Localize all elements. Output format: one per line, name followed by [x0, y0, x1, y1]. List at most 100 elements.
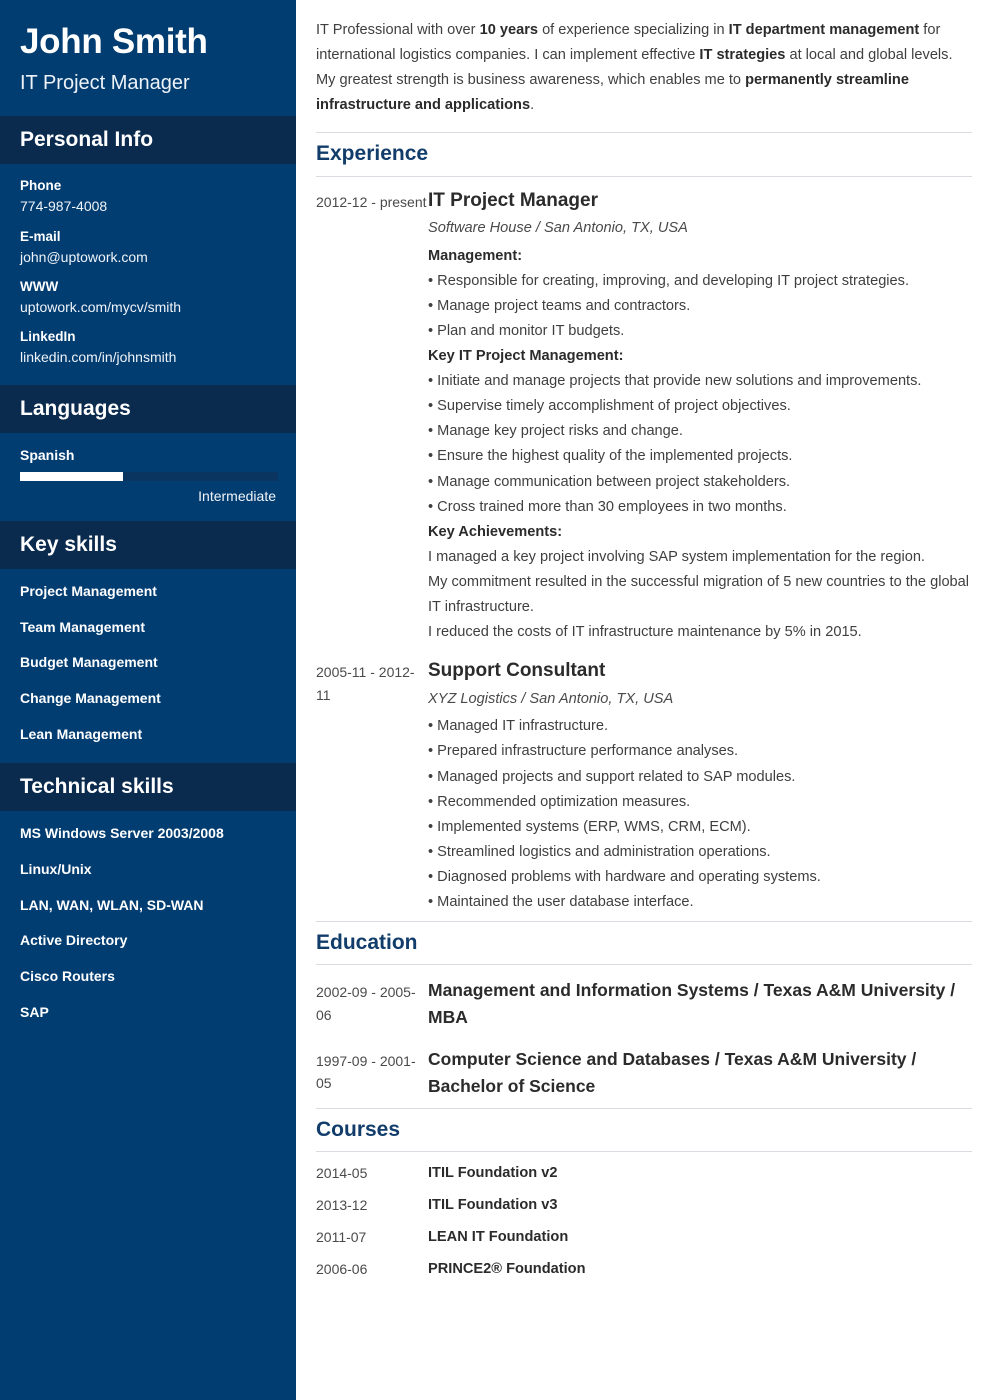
job-title: IT Project Manager [20, 72, 190, 95]
technical-skills-list: MS Windows Server 2003/2008 Linux/Unix LAN… [0, 811, 296, 1041]
experience-company: XYZ Logistics / San Antonio, TX, USA [428, 690, 674, 707]
course-date: 2013-12 [316, 1196, 368, 1213]
course-date: 2006-06 [316, 1260, 368, 1277]
experience-bullet: • Manage key project risks and change. [428, 423, 683, 440]
course-name: ITIL Foundation v2 [428, 1164, 558, 1181]
key-skills-list: Project Management Team Management Budget … [0, 569, 296, 763]
technical-skill-item: Linux/Unix [20, 860, 92, 877]
experience-entry: 2005-11 - 2012-11 Support Consultant XYZ L… [316, 659, 972, 915]
course-entry: 2006-06 PRINCE2® Foundation [316, 1260, 972, 1279]
experience-body: IT Project Manager Software House / San A… [428, 189, 972, 646]
experience-bullet: • Maintained the user database interface… [428, 894, 694, 911]
contact-label: E-mail [20, 228, 61, 244]
experience-entry: 2012-12 - present IT Project Manager Softw… [316, 189, 972, 646]
resume-page: John Smith IT Project Manager Personal I… [0, 0, 990, 1400]
experience-bullet: • Recommended optimization measures. [428, 793, 691, 810]
technical-skill-item: Active Directory [20, 932, 128, 949]
technical-skill-item: MS Windows Server 2003/2008 [20, 824, 224, 841]
experience-subheading: Management: [428, 247, 523, 264]
section-heading-languages: Languages [0, 384, 296, 433]
language-name: Spanish [20, 446, 75, 463]
course-date: 2014-05 [316, 1164, 368, 1181]
contact-label: Phone [20, 178, 62, 194]
sidebar: John Smith IT Project Manager Personal I… [0, 0, 296, 1400]
experience-bullet: • Ensure the highest quality of the impl… [428, 448, 793, 465]
experience-bullet: • Manage project teams and contractors. [428, 297, 691, 314]
experience-bullet: • Streamlined logistics and administrati… [428, 843, 771, 860]
course-entry: 2013-12 ITIL Foundation v3 [316, 1196, 972, 1215]
course-name: ITIL Foundation v3 [428, 1196, 558, 1213]
section-courses: Courses 2014-05 ITIL Foundation v2 2013-12… [316, 1107, 972, 1279]
experience-text: My commitment resulted in the successful… [428, 573, 970, 615]
contact-value[interactable]: uptowork.com/mycv/smith [20, 299, 276, 317]
key-skill-item: Lean Management [20, 726, 143, 743]
experience-bullet: • Cross trained more than 30 employees i… [428, 498, 787, 515]
language-level-bar [20, 471, 278, 481]
main-content: IT Professional with over 10 years of ex… [296, 0, 990, 1400]
experience-body: Support Consultant XYZ Logistics / San An… [428, 659, 972, 915]
personal-info-list: Phone 774-987-4008 E-mail john@uptowork.com… [0, 164, 296, 385]
section-title-education: Education [316, 921, 972, 966]
name-block: John Smith IT Project Manager [0, 0, 296, 117]
experience-subheading: Key Achievements: [428, 523, 563, 540]
language-item: Spanish Intermediate [20, 446, 278, 505]
education-entry: 2002-09 - 2005-06 Management and Informat… [316, 977, 972, 1031]
technical-skill-item: Cisco Routers [20, 968, 115, 985]
experience-text: I reduced the costs of IT infrastructure… [428, 624, 862, 641]
section-experience: Experience 2012-12 - present IT Project M… [316, 132, 972, 915]
course-name: LEAN IT Foundation [428, 1228, 569, 1245]
full-name: John Smith [20, 22, 208, 61]
contact-item: LinkedIn linkedin.com/in/johnsmith [20, 329, 276, 366]
section-title-experience: Experience [316, 132, 972, 177]
contact-label: WWW [20, 279, 59, 295]
education-entries: 2002-09 - 2005-06 Management and Informat… [316, 977, 972, 1100]
contact-value[interactable]: john@uptowork.com [20, 249, 276, 267]
experience-bullet: • Initiate and manage projects that prov… [428, 373, 922, 390]
experience-role: IT Project Manager [428, 189, 598, 211]
course-entry: 2011-07 LEAN IT Foundation [316, 1228, 972, 1247]
contact-value[interactable]: linkedin.com/in/johnsmith [20, 349, 276, 367]
section-education: Education 2002-09 - 2005-06 Management an… [316, 921, 972, 1100]
language-level-label: Intermediate [198, 487, 276, 504]
languages-list: Spanish Intermediate [0, 433, 296, 521]
experience-bullet: • Prepared infrastructure performance an… [428, 743, 739, 760]
experience-entries: 2012-12 - present IT Project Manager Softw… [316, 189, 972, 916]
section-title-courses: Courses [316, 1107, 972, 1152]
experience-date: 2005-11 - 2012-11 [316, 664, 415, 703]
key-skill-item: Project Management [20, 582, 157, 599]
key-skill-item: Change Management [20, 690, 161, 707]
section-heading-personal-info: Personal Info [0, 116, 296, 165]
course-date: 2011-07 [316, 1228, 367, 1245]
experience-bullet: • Managed projects and support related t… [428, 768, 796, 785]
contact-label: LinkedIn [20, 329, 76, 345]
education-entry: 1997-09 - 2001-05 Computer Science and Da… [316, 1046, 972, 1100]
education-title: Management and Information Systems / Tex… [428, 980, 956, 1028]
contact-item: WWW uptowork.com/mycv/smith [20, 279, 276, 316]
education-title: Computer Science and Databases / Texas A… [428, 1048, 917, 1096]
experience-subheading: Key IT Project Management: [428, 348, 624, 365]
contact-item: Phone 774-987-4008 [20, 178, 276, 215]
course-entry: 2014-05 ITIL Foundation v2 [316, 1164, 972, 1183]
language-level-bar-fill [20, 471, 124, 481]
experience-bullet: • Diagnosed problems with hardware and o… [428, 868, 821, 885]
professional-summary: IT Professional with over 10 years of ex… [316, 22, 953, 114]
experience-bullet: • Supervise timely accomplishment of pro… [428, 398, 791, 415]
section-heading-technical-skills: Technical skills [0, 762, 296, 811]
experience-text: I managed a key project involving SAP sy… [428, 548, 925, 565]
experience-date: 2012-12 - present [316, 193, 427, 210]
courses-entries: 2014-05 ITIL Foundation v2 2013-12 ITIL Fou… [316, 1164, 972, 1279]
key-skill-item: Team Management [20, 618, 145, 635]
technical-skill-item: LAN, WAN, WLAN, SD-WAN [20, 896, 204, 913]
contact-value[interactable]: 774-987-4008 [20, 198, 276, 216]
course-name: PRINCE2® Foundation [428, 1260, 586, 1277]
experience-bullet: • Implemented systems (ERP, WMS, CRM, EC… [428, 818, 751, 835]
education-date: 2002-09 - 2005-06 [316, 984, 416, 1023]
experience-role: Support Consultant [428, 660, 606, 682]
experience-company: Software House / San Antonio, TX, USA [428, 220, 688, 237]
section-heading-key-skills: Key skills [0, 520, 296, 569]
key-skill-item: Budget Management [20, 654, 158, 671]
experience-bullet: • Manage communication between project s… [428, 473, 791, 490]
contact-item: E-mail john@uptowork.com [20, 229, 276, 266]
education-date: 1997-09 - 2001-05 [316, 1052, 416, 1091]
experience-bullet: • Plan and monitor IT budgets. [428, 322, 625, 339]
